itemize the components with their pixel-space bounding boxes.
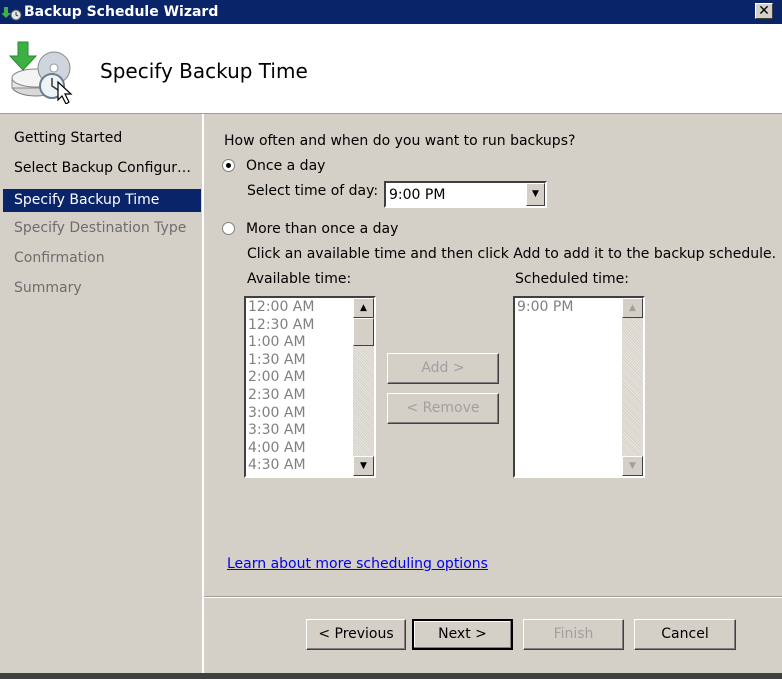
scroll-up-button[interactable]: ▲ <box>353 298 374 318</box>
scheduled-time-list[interactable]: 9:00 PM ▲ ▼ <box>513 296 645 478</box>
previous-button[interactable]: < Previous <box>306 619 406 650</box>
list-item[interactable]: 3:30 AM <box>248 422 314 440</box>
scroll-down-icon: ▼ <box>360 461 367 471</box>
available-time-items: 12:00 AM 12:30 AM 1:00 AM 1:30 AM 2:00 AM 2:3… <box>248 299 314 475</box>
window-title: Backup Schedule Wizard <box>24 4 219 20</box>
list-item[interactable]: 2:00 AM <box>248 369 314 387</box>
more-than-once-label[interactable]: More than once a day <box>246 221 398 237</box>
next-button[interactable]: Next > <box>412 619 513 650</box>
scroll-up-button[interactable]: ▲ <box>622 298 643 318</box>
scroll-down-icon: ▼ <box>629 461 636 471</box>
sidebar-item-confirmation: Confirmation <box>14 250 105 266</box>
sidebar-item-specify-backup-time[interactable]: Specify Backup Time <box>3 189 201 212</box>
time-of-day-value: 9:00 PM <box>389 187 446 203</box>
wizard-steps-sidebar: Getting Started Select Backup Configur… … <box>0 114 204 674</box>
available-time-list[interactable]: 12:00 AM 12:30 AM 1:00 AM 1:30 AM 2:00 AM 2:3… <box>244 296 376 478</box>
scroll-down-button[interactable]: ▼ <box>622 456 643 476</box>
list-item[interactable]: 12:00 AM <box>248 299 314 317</box>
instructions-text: Click an available time and then click A… <box>247 246 777 262</box>
window-bottom-edge <box>0 673 782 679</box>
scroll-up-icon: ▲ <box>629 303 636 313</box>
available-time-label: Available time: <box>247 271 352 287</box>
select-time-label: Select time of day: <box>247 183 379 199</box>
list-item[interactable]: 1:00 AM <box>248 334 314 352</box>
page-title: Specify Backup Time <box>100 59 308 83</box>
scheduled-time-label: Scheduled time: <box>515 271 630 287</box>
sidebar-item-summary: Summary <box>14 280 82 296</box>
scheduled-list-scrollbar[interactable]: ▲ ▼ <box>622 298 643 476</box>
backup-schedule-icon <box>8 41 73 104</box>
finish-button[interactable]: Finish <box>523 619 624 650</box>
wizard-content: How often and when do you want to run ba… <box>204 114 782 594</box>
sidebar-item-getting-started[interactable]: Getting Started <box>3 127 201 150</box>
chevron-down-icon[interactable]: ▼ <box>526 183 545 206</box>
once-a-day-radio[interactable] <box>222 159 235 172</box>
list-item[interactable]: 3:00 AM <box>248 405 314 423</box>
close-icon: ✕ <box>758 3 770 19</box>
list-item[interactable]: 9:00 PM <box>517 299 573 317</box>
once-a-day-label[interactable]: Once a day <box>246 158 325 174</box>
scroll-down-button[interactable]: ▼ <box>353 456 374 476</box>
list-item[interactable]: 2:30 AM <box>248 387 314 405</box>
cancel-button[interactable]: Cancel <box>634 619 736 650</box>
close-button[interactable]: ✕ <box>755 3 773 19</box>
backup-app-icon <box>2 7 22 21</box>
scheduled-time-items: 9:00 PM <box>517 299 573 317</box>
title-bar: Backup Schedule Wizard ✕ <box>0 0 782 24</box>
footer-divider <box>204 596 782 598</box>
remove-button[interactable]: < Remove <box>387 393 499 424</box>
available-list-scrollbar[interactable]: ▲ ▼ <box>353 298 374 476</box>
sidebar-item-select-backup-configuration[interactable]: Select Backup Configur… <box>3 157 201 180</box>
time-of-day-dropdown[interactable]: 9:00 PM ▼ <box>384 181 547 208</box>
radio-selected-dot <box>226 163 231 168</box>
list-item[interactable]: 1:30 AM <box>248 352 314 370</box>
frequency-question: How often and when do you want to run ba… <box>224 133 576 149</box>
add-button[interactable]: Add > <box>387 353 499 384</box>
learn-more-scheduling-link[interactable]: Learn about more scheduling options <box>227 556 488 572</box>
list-item[interactable]: 4:30 AM <box>248 457 314 475</box>
sidebar-item-specify-destination-type: Specify Destination Type <box>14 220 187 236</box>
wizard-header: Specify Backup Time <box>0 24 782 114</box>
list-item[interactable]: 12:30 AM <box>248 317 314 335</box>
more-than-once-radio[interactable] <box>222 222 235 235</box>
list-item[interactable]: 4:00 AM <box>248 440 314 458</box>
scroll-thumb[interactable] <box>353 318 374 346</box>
scroll-up-icon: ▲ <box>360 303 367 313</box>
